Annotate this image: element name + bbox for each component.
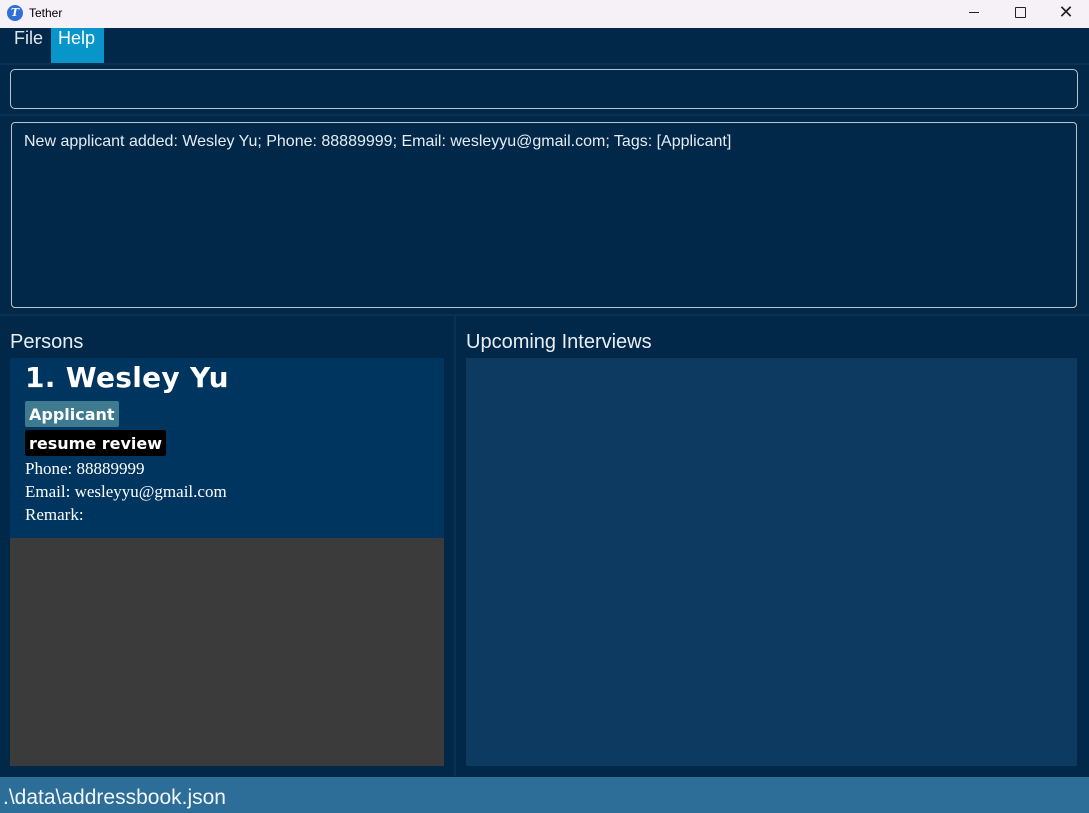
title-bar: T Tether ✕ [0, 0, 1089, 28]
persons-panel-title: Persons [10, 331, 84, 353]
divider [0, 114, 1089, 116]
save-location-path: .\data\addressbook.json [3, 786, 226, 809]
result-display[interactable]: New applicant added: Wesley Yu; Phone: 8… [11, 122, 1077, 308]
person-name: 1. Wesley Yu [25, 361, 229, 394]
menu-file[interactable]: File [7, 28, 50, 63]
panel-divider [454, 316, 456, 776]
command-input[interactable] [10, 69, 1078, 109]
maximize-button[interactable] [997, 0, 1043, 28]
persons-list[interactable]: 1. Wesley Yu Applicant resume review Pho… [10, 358, 444, 766]
app-logo-icon: T [7, 5, 23, 21]
menu-help[interactable]: Help [51, 28, 104, 63]
result-message: New applicant added: Wesley Yu; Phone: 8… [24, 133, 732, 150]
person-phone: Phone: 88889999 [25, 459, 145, 478]
person-email: Email: wesleyyu@gmail.com [25, 482, 227, 501]
person-remark: Remark: [25, 505, 84, 524]
window-title: Tether [29, 6, 63, 20]
minimize-button[interactable] [951, 0, 997, 28]
person-card[interactable]: 1. Wesley Yu Applicant resume review Pho… [10, 358, 444, 538]
person-index: 1. [25, 361, 56, 394]
divider [0, 63, 1089, 65]
divider [0, 314, 1089, 316]
interviews-list[interactable] [466, 358, 1077, 766]
menu-bar: File Help [0, 28, 1089, 63]
tag-applicant: Applicant [25, 401, 119, 427]
person-name-text: Wesley Yu [65, 361, 229, 394]
tag-resume-review: resume review [25, 430, 167, 456]
close-button[interactable]: ✕ [1043, 0, 1089, 28]
status-bar: .\data\addressbook.json [0, 777, 1089, 813]
interviews-panel-title: Upcoming Interviews [466, 331, 652, 353]
